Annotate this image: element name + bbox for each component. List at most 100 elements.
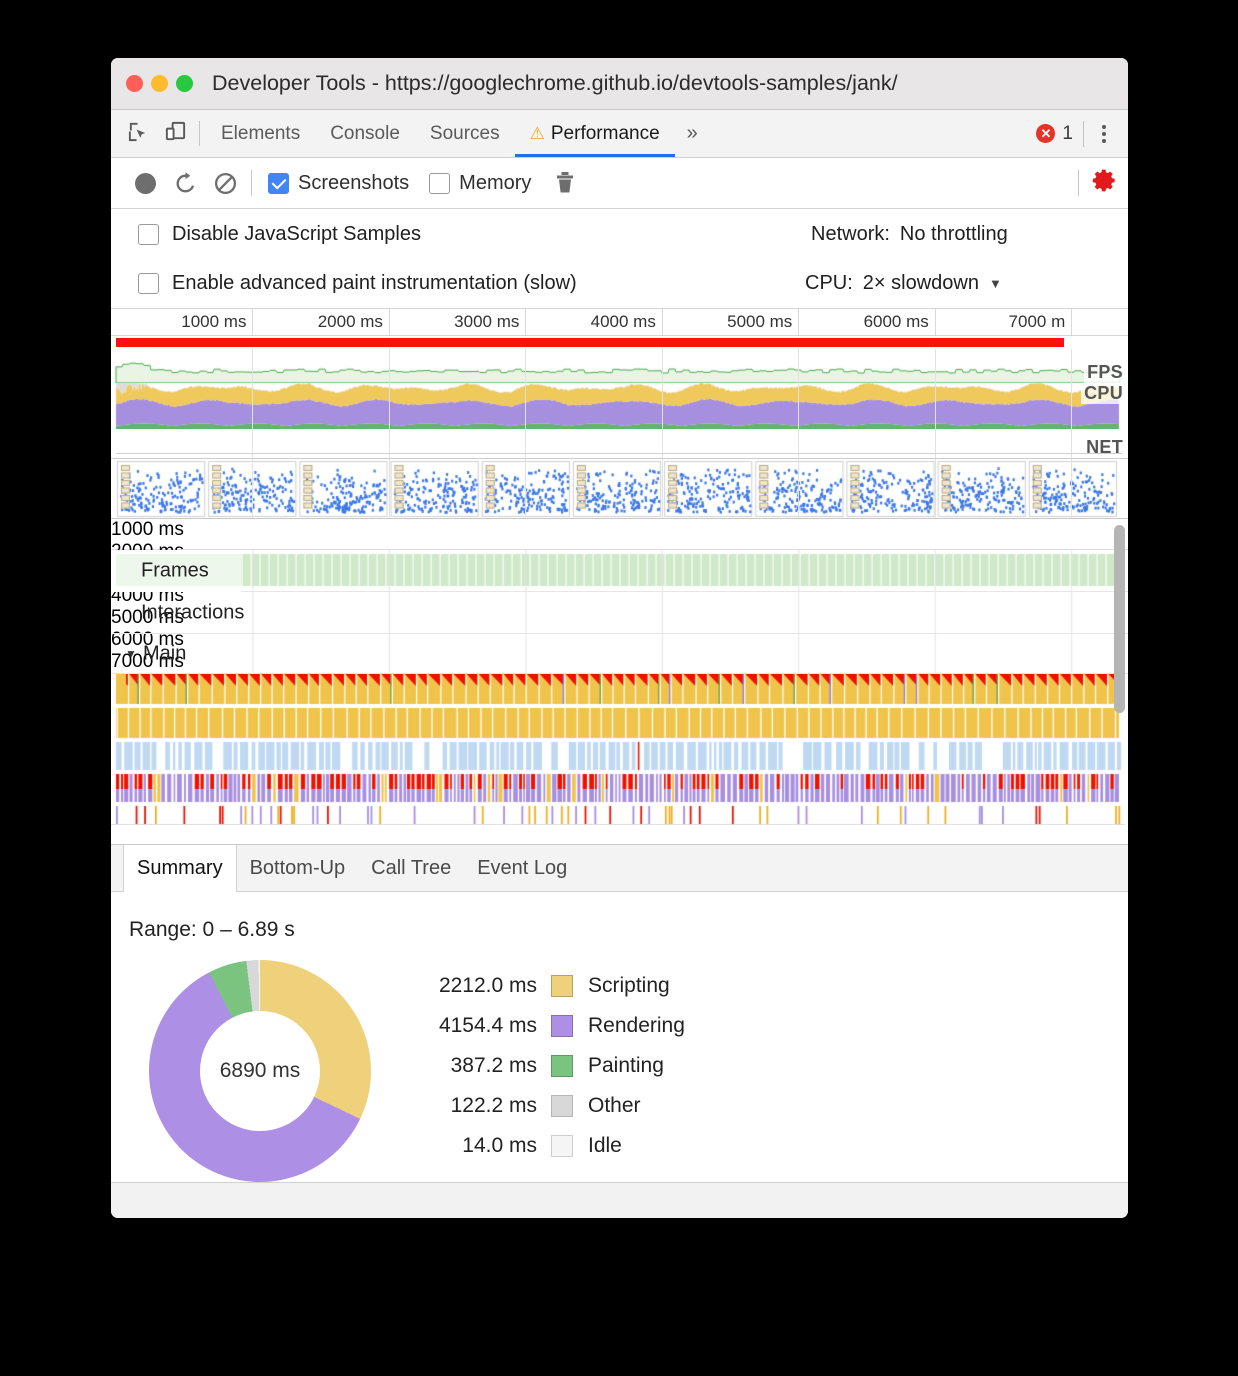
flame-chart-scrollbar[interactable] <box>1114 525 1125 713</box>
no-entry-icon <box>213 171 238 196</box>
summary-range-label: Range: 0 – 6.89 s <box>111 892 1128 942</box>
main-flame-rows[interactable] <box>111 674 1128 825</box>
legend-value: 4154.4 ms <box>423 1014 551 1038</box>
grid-line <box>935 349 936 383</box>
flame-chart-time-ruler: 1000 ms2000 ms3000 ms4000 ms5000 ms6000 … <box>111 519 1128 550</box>
drawer-tab-call-tree-label: Call Tree <box>371 857 451 880</box>
summary-content: 6890 ms 2212.0 msScripting4154.4 msRende… <box>111 942 1128 1182</box>
timeline-overview[interactable]: 1000 ms2000 ms3000 ms4000 ms5000 ms6000 … <box>111 309 1128 519</box>
timeline-flame-chart[interactable]: 1000 ms2000 ms3000 ms4000 ms5000 ms6000 … <box>111 519 1128 844</box>
screenshots-checkbox-box[interactable] <box>268 173 289 194</box>
grid-line <box>935 459 936 518</box>
screenshots-label: Screenshots <box>298 172 409 195</box>
devtools-tab-bar: Elements Console Sources ⚠ Performance »… <box>111 110 1128 158</box>
track-main-header[interactable]: ▼ Main <box>111 634 1128 674</box>
legend-row[interactable]: 4154.4 msRendering <box>423 1006 685 1046</box>
minimize-window-button[interactable] <box>151 75 168 92</box>
overview-filmstrip[interactable] <box>111 459 1128 519</box>
drawer-tab-bottom-up[interactable]: Bottom-Up <box>237 845 359 891</box>
screenshots-checkbox[interactable]: Screenshots <box>268 172 409 195</box>
legend-row[interactable]: 14.0 msIdle <box>423 1126 685 1166</box>
grid-line <box>389 349 390 383</box>
memory-checkbox[interactable]: Memory <box>429 172 531 195</box>
drawer-tab-call-tree[interactable]: Call Tree <box>358 845 464 891</box>
maximize-window-button[interactable] <box>176 75 193 92</box>
kebab-menu-icon[interactable] <box>1094 125 1114 143</box>
ruler-tick-label: 7000 m <box>1009 312 1072 332</box>
tab-bar-right: ✕ 1 <box>1036 110 1128 157</box>
overview-time-ruler: 1000 ms2000 ms3000 ms4000 ms5000 ms6000 … <box>111 309 1128 336</box>
cpu-chevron-down-icon[interactable]: ▼ <box>989 276 1002 291</box>
error-count-badge[interactable]: ✕ 1 <box>1036 123 1073 145</box>
grid-line <box>935 383 936 429</box>
cpu-throttling-control[interactable]: CPU: 2× slowdown ▼ <box>805 272 1002 295</box>
grid-line <box>389 459 390 518</box>
ruler-tick-label: 1000 ms <box>181 312 252 332</box>
warning-triangle-icon: ⚠ <box>530 125 545 142</box>
legend-row[interactable]: 122.2 ms Other <box>423 1086 685 1126</box>
summary-donut-chart[interactable]: 6890 ms <box>149 960 371 1182</box>
grid-line <box>662 459 663 518</box>
error-count-label: 1 <box>1062 123 1073 145</box>
track-interactions[interactable]: Interactions <box>111 592 1128 634</box>
legend-row[interactable]: 387.2 msPainting <box>423 1046 685 1086</box>
track-main-label: Main <box>143 642 186 665</box>
legend-swatch <box>551 1135 573 1157</box>
legend-row[interactable]: 2212.0 msScripting <box>423 966 685 1006</box>
inspect-element-icon[interactable] <box>127 120 150 148</box>
close-window-button[interactable] <box>126 75 143 92</box>
grid-line <box>1071 349 1072 383</box>
network-throttling-control[interactable]: Network: No throttling <box>811 223 1008 246</box>
collect-garbage-button[interactable] <box>545 171 585 195</box>
net-baseline <box>116 453 1122 454</box>
fps-red-bar <box>116 338 1064 347</box>
drawer-tab-summary[interactable]: Summary <box>123 845 237 892</box>
overview-cpu-band[interactable]: CPU <box>111 383 1128 429</box>
grid-line <box>252 349 253 383</box>
filmstrip-canvas <box>111 459 1125 519</box>
ruler-tick-label: 1000 ms <box>111 519 1128 541</box>
tab-sources-label: Sources <box>430 123 500 145</box>
drawer-tab-event-log[interactable]: Event Log <box>464 845 580 891</box>
tab-sources[interactable]: Sources <box>415 110 515 157</box>
tab-performance-label: Performance <box>551 123 660 145</box>
reload-and-record-button[interactable] <box>165 171 205 196</box>
overview-net-band[interactable]: NET <box>111 429 1128 459</box>
advanced-paint-label: Enable advanced paint instrumentation (s… <box>172 272 577 295</box>
cpu-band-label: CPU <box>1081 383 1126 404</box>
ruler-tick <box>1071 309 1072 335</box>
memory-checkbox-box[interactable] <box>429 173 450 194</box>
tab-performance[interactable]: ⚠ Performance <box>515 110 675 157</box>
grid-line <box>662 383 663 429</box>
options-row-1: Disable JavaScript Samples Network: No t… <box>111 209 1128 259</box>
legend-label: Painting <box>588 1054 664 1078</box>
ruler-tick-label: 4000 ms <box>591 312 662 332</box>
tab-elements[interactable]: Elements <box>206 110 315 157</box>
overview-fps-band[interactable]: FPS <box>111 349 1128 383</box>
clear-recording-button[interactable] <box>205 171 245 196</box>
advanced-paint-checkbox[interactable] <box>138 273 159 294</box>
legend-label: Other <box>588 1094 641 1118</box>
capture-settings-button[interactable] <box>1091 167 1118 199</box>
track-interactions-label: Interactions <box>141 601 244 624</box>
toolbar-divider <box>251 170 252 196</box>
options-row-2: Enable advanced paint instrumentation (s… <box>111 259 1128 309</box>
details-drawer: Summary Bottom-Up Call Tree Event Log Ra… <box>111 844 1128 1182</box>
interactions-canvas <box>111 592 1125 634</box>
track-frames[interactable]: Frames <box>111 550 1128 592</box>
ruler-tick <box>798 309 799 335</box>
record-button[interactable] <box>125 173 165 194</box>
tab-console[interactable]: Console <box>315 110 415 157</box>
net-band-label: NET <box>1083 437 1126 458</box>
more-tabs-icon[interactable]: » <box>675 110 710 157</box>
grid-line <box>525 349 526 383</box>
summary-legend: 2212.0 msScripting4154.4 msRendering387.… <box>423 966 685 1166</box>
donut-center-label: 6890 ms <box>200 1011 320 1131</box>
disable-js-samples-checkbox[interactable] <box>138 224 159 245</box>
legend-value: 122.2 ms <box>423 1094 551 1118</box>
chevron-down-icon[interactable]: ▼ <box>125 647 137 661</box>
device-toolbar-icon[interactable] <box>164 120 187 148</box>
fps-chart-canvas <box>111 349 1125 383</box>
fps-band-label: FPS <box>1084 362 1126 383</box>
drawer-tab-event-log-label: Event Log <box>477 857 567 880</box>
